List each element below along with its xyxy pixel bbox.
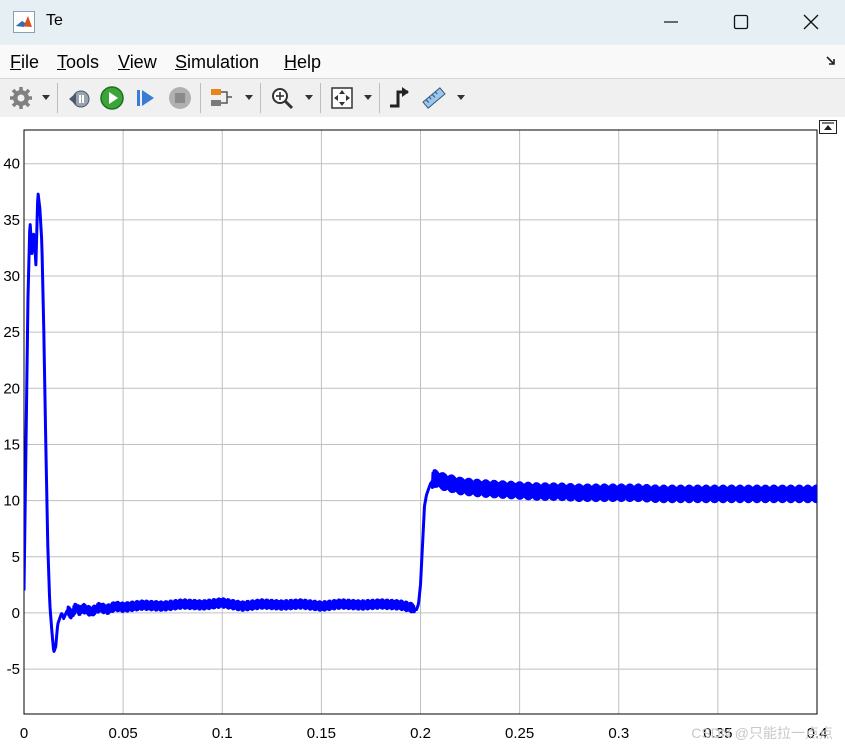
step-back-button[interactable] [65,84,93,112]
y-tick-label: 0 [12,605,20,622]
x-tick-label: 0.2 [410,725,431,742]
matlab-icon [13,11,35,33]
stop-button[interactable] [166,84,194,112]
grid-lines [24,130,817,714]
highlight-signal-icon [211,89,232,106]
menu-file-mnemonic: F [10,52,21,72]
y-tick-label: 20 [3,380,20,397]
step-back-icon [69,90,90,108]
step-forward-button[interactable] [132,84,160,112]
menu-file[interactable]: File [10,52,39,73]
minimize-icon [664,21,678,23]
stop-icon [169,87,191,109]
undock-arrow-icon[interactable] [825,55,837,67]
y-tick-label: 40 [3,156,20,173]
zoom-dropdown[interactable] [305,95,313,100]
menu-help[interactable]: Help [284,52,321,73]
y-tick-label: 30 [3,268,20,285]
close-icon [803,14,819,30]
menu-tools-label: ools [66,52,100,72]
y-tick-label: 5 [12,549,20,566]
autoscale-icon [331,87,353,109]
menu-view-label: iew [129,52,157,72]
measurements-dropdown[interactable] [457,95,465,100]
cursor-measurements-icon [422,87,446,109]
menu-view-mnemonic: V [118,52,130,72]
menu-tools[interactable]: Tools [57,52,99,73]
menu-simulation-label: imulation [187,52,260,72]
y-tick-label: 35 [3,212,20,229]
scope-window: Te File Tools View Simulation Help -5 0 … [0,0,845,751]
menu-tools-mnemonic: T [57,52,66,72]
toolbar-separator [57,83,58,113]
maximize-button[interactable] [706,0,776,45]
step-forward-icon [137,90,154,106]
settings-icon [10,87,32,109]
x-tick-label: 0.1 [212,725,233,742]
settings-dropdown[interactable] [42,95,50,100]
run-button[interactable] [98,84,126,112]
toolbar [0,78,845,118]
toolbar-separator [200,83,201,113]
highlight-dropdown[interactable] [245,95,253,100]
window-title: Te [46,12,63,29]
x-tick-label: 0.05 [109,725,138,742]
triggers-button[interactable] [386,84,414,112]
y-tick-label: 15 [3,436,20,453]
zoom-button[interactable] [268,84,296,112]
toolbar-separator [379,83,380,113]
x-tick-label: 0.3 [608,725,629,742]
menu-bar: File Tools View Simulation Help [0,45,845,78]
y-tick-label: -5 [7,661,20,678]
settings-button[interactable] [7,84,35,112]
menu-view[interactable]: View [118,52,157,73]
autoscale-dropdown[interactable] [364,95,372,100]
cursor-measurements-button[interactable] [420,84,448,112]
menu-help-label: elp [297,52,322,72]
toolbar-separator [320,83,321,113]
highlight-signal-button[interactable] [207,84,235,112]
autoscale-button[interactable] [328,84,356,112]
menu-simulation-mnemonic: S [175,52,188,72]
zoom-icon [272,88,294,110]
watermark: CSDN @只能拉一点点 [691,725,833,741]
menu-simulation[interactable]: Simulation [175,52,259,73]
x-tick-label: 0.15 [307,725,336,742]
menu-help-mnemonic: H [284,52,297,72]
scope-plot[interactable]: -5 0 5 10 15 20 25 30 35 40 0 0.05 0.1 0.15 0.2 0.25 0.… [0,117,845,751]
y-tick-label: 10 [3,493,20,510]
menu-file-label: ile [21,52,40,72]
triggers-icon [390,87,409,108]
x-tick-label: 0.25 [505,725,534,742]
maximize-icon [733,14,749,30]
minimize-button[interactable] [636,0,706,45]
title-bar: Te [0,0,845,45]
x-tick-label: 0 [20,725,28,742]
toolbar-separator [260,83,261,113]
close-button[interactable] [776,0,845,45]
y-tick-labels: -5 0 5 10 15 20 25 30 35 40 [3,156,20,678]
run-icon [100,86,124,110]
y-tick-label: 25 [3,324,20,341]
